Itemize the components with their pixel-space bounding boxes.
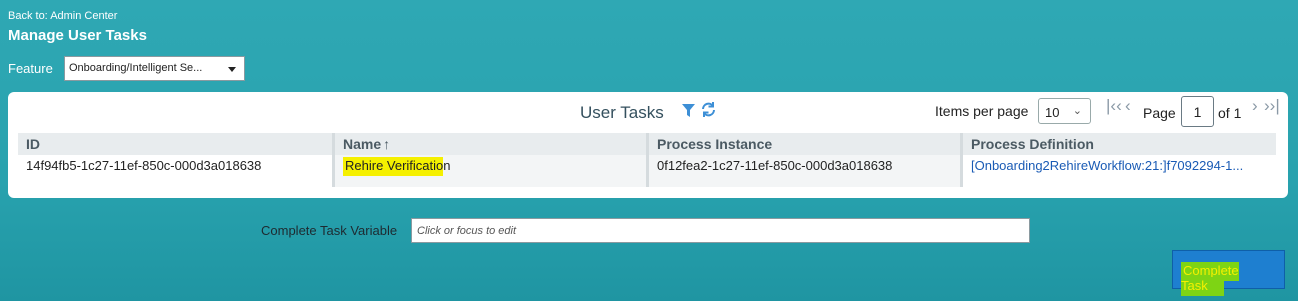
- cell-name-rest: n: [443, 158, 451, 173]
- panel-title: User Tasks: [580, 103, 664, 122]
- items-per-page-value: 10: [1045, 105, 1060, 120]
- items-per-page-label: Items per page: [935, 103, 1029, 119]
- refresh-icon[interactable]: [700, 101, 717, 118]
- column-header-id[interactable]: ID: [18, 133, 332, 155]
- last-page-icon[interactable]: ››|: [1264, 96, 1280, 116]
- process-definition-link[interactable]: [Onboarding2RehireWorkflow:21:]f7092294-…: [971, 158, 1243, 173]
- column-header-name[interactable]: Name ↑: [332, 133, 646, 155]
- filter-icon[interactable]: [682, 104, 695, 118]
- page-label: Page: [1143, 105, 1176, 121]
- back-to-admin-center-link[interactable]: Back to: Admin Center: [8, 10, 117, 22]
- table-row[interactable]: 14f94fb5-1c27-11ef-850c-000d3a018638 Reh…: [18, 155, 1276, 187]
- column-header-process-definition[interactable]: Process Definition: [960, 133, 1276, 155]
- column-header-name-label: Name: [343, 136, 382, 152]
- complete-task-variable-input[interactable]: Click or focus to edit: [411, 218, 1030, 243]
- feature-select[interactable]: Onboarding/Intelligent Se...: [64, 56, 245, 81]
- feature-label: Feature: [8, 61, 53, 76]
- user-tasks-panel: User Tasks Items per page 10 ⌄ |‹‹ ‹ Pag…: [8, 92, 1288, 198]
- user-tasks-table: ID Name ↑ Process Instance Process Defini…: [18, 133, 1276, 187]
- dropdown-caret-icon: [228, 67, 236, 72]
- cell-process-definition[interactable]: [Onboarding2RehireWorkflow:21:]f7092294-…: [960, 155, 1276, 187]
- prev-page-icon[interactable]: ‹: [1125, 96, 1131, 116]
- complete-task-label: Complete Task: [1181, 262, 1239, 296]
- chevron-down-icon: ⌄: [1072, 105, 1082, 117]
- next-page-icon[interactable]: ›: [1252, 96, 1258, 116]
- cell-name-highlight: Rehire Verificatio: [343, 157, 444, 176]
- column-header-process-instance[interactable]: Process Instance: [646, 133, 960, 155]
- feature-selected-value: Onboarding/Intelligent Se...: [69, 62, 203, 74]
- sort-ascending-icon: ↑: [383, 136, 391, 152]
- table-header: ID Name ↑ Process Instance Process Defini…: [18, 133, 1276, 155]
- page-title: Manage User Tasks: [8, 27, 147, 44]
- complete-task-button[interactable]: Complete Task: [1172, 250, 1285, 296]
- cell-name: Rehire Verification: [332, 155, 646, 187]
- page-of-label: of 1: [1218, 105, 1242, 121]
- cell-process-instance: 0f12fea2-1c27-11ef-850c-000d3a018638: [646, 155, 960, 187]
- page-number-input[interactable]: 1: [1181, 96, 1214, 127]
- complete-task-variable-label: Complete Task Variable: [261, 223, 398, 238]
- first-page-icon[interactable]: |‹‹: [1106, 96, 1122, 116]
- items-per-page-select[interactable]: 10 ⌄: [1038, 98, 1091, 124]
- cell-id: 14f94fb5-1c27-11ef-850c-000d3a018638: [26, 158, 262, 173]
